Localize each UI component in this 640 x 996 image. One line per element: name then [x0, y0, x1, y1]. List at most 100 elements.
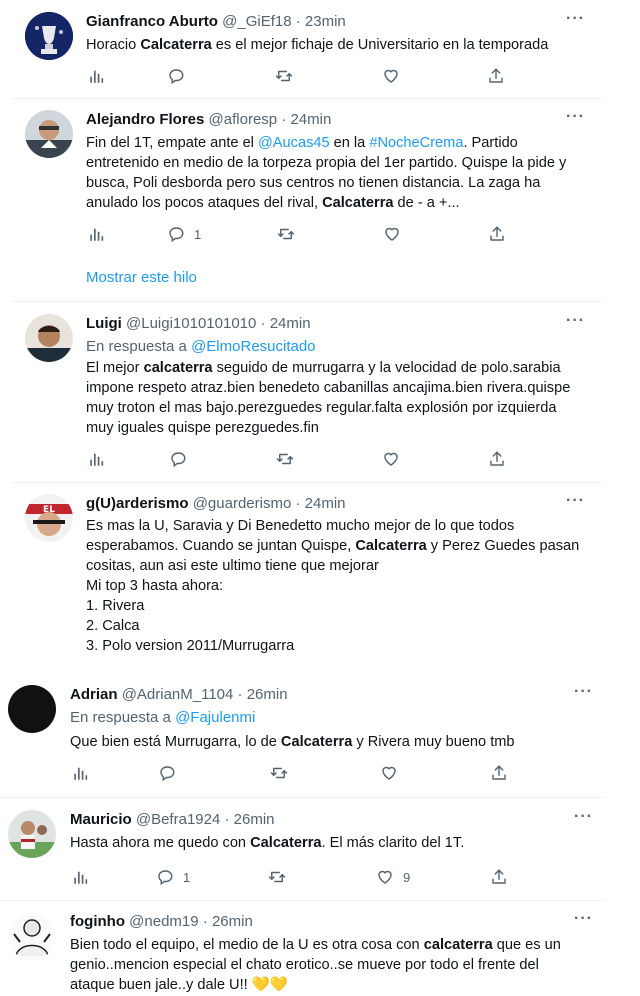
reply-mention-link[interactable]: @Fajulenmi: [175, 709, 255, 726]
text-segment: Hasta ahora me quedo con: [70, 835, 251, 851]
like-button[interactable]: [380, 764, 398, 782]
highlighted-keyword: calcaterra: [423, 937, 493, 953]
share-button[interactable]: [488, 225, 506, 243]
share-button[interactable]: [488, 450, 506, 468]
display-name[interactable]: Gianfranco Aburto: [86, 13, 218, 30]
tweet-text-line: entretenido en medio de la torpeza propi…: [86, 153, 566, 173]
avatar[interactable]: [25, 12, 73, 60]
avatar[interactable]: [8, 685, 56, 733]
reply-button[interactable]: [167, 67, 185, 85]
more-icon[interactable]: ···: [566, 10, 585, 28]
timestamp[interactable]: 26min: [234, 811, 275, 828]
user-handle[interactable]: @afloresp: [209, 111, 278, 128]
hashtag-link[interactable]: #NocheCrema: [369, 135, 463, 151]
more-icon[interactable]: ···: [566, 108, 585, 126]
share-button[interactable]: [490, 868, 508, 886]
timestamp[interactable]: 24min: [290, 111, 331, 128]
retweet-button[interactable]: [276, 450, 294, 468]
tweet-text-line: Mi top 3 hasta ahora:: [86, 576, 579, 596]
display-name[interactable]: Mauricio: [70, 811, 132, 828]
tweet-text-line: El mejor calcaterra seguido de murrugarr…: [86, 358, 570, 378]
divider: [12, 482, 602, 483]
like-button[interactable]: [383, 225, 401, 243]
avatar[interactable]: [8, 810, 56, 858]
more-icon[interactable]: ···: [566, 492, 585, 510]
retweet-button[interactable]: [275, 67, 293, 85]
reply-mention-link[interactable]: @ElmoResucitado: [191, 338, 315, 355]
user-handle[interactable]: @Befra1924: [136, 811, 220, 828]
retweet-icon: [270, 764, 288, 782]
display-name[interactable]: Luigi: [86, 315, 122, 332]
tweet-text-line: Que bien está Murrugarra, lo de Calcater…: [70, 732, 515, 752]
tweet-text-line: muy iguales quispe perezguedes.fin: [86, 418, 570, 438]
tweet-header: Adrian @AdrianM_1104 · 26min: [70, 686, 288, 703]
tweet-text: Es mas la U, Saravia y Di Benedetto much…: [86, 516, 579, 656]
retweet-icon: [276, 450, 294, 468]
reply-button[interactable]: [169, 450, 187, 468]
highlighted-keyword: Calcaterra: [355, 538, 427, 554]
mention-link[interactable]: @Aucas45: [258, 135, 330, 151]
avatar[interactable]: [8, 912, 56, 960]
text-segment: seguido de murrugarra y la velocidad de …: [212, 360, 561, 376]
svg-text:EL: EL: [43, 505, 55, 515]
share-button[interactable]: [487, 67, 505, 85]
retweet-button[interactable]: [270, 764, 288, 782]
like-button[interactable]: [382, 450, 400, 468]
timestamp[interactable]: 26min: [212, 913, 253, 930]
more-icon[interactable]: ···: [574, 910, 593, 928]
avatar[interactable]: [25, 314, 73, 362]
avatar[interactable]: [25, 110, 73, 158]
text-segment: 2. Calca: [86, 618, 140, 634]
retweet-icon: [277, 225, 295, 243]
user-handle[interactable]: @_GiEf18: [222, 13, 291, 30]
emoji: 💛💛: [251, 977, 289, 993]
user-handle[interactable]: @AdrianM_1104: [122, 686, 234, 703]
reply-button[interactable]: [158, 764, 176, 782]
text-segment: entretenido en medio de la torpeza propi…: [86, 155, 567, 171]
timestamp[interactable]: 24min: [270, 315, 311, 332]
display-name[interactable]: foginho: [70, 913, 125, 930]
user-handle[interactable]: @guarderismo: [193, 495, 292, 512]
more-icon[interactable]: ···: [574, 683, 593, 701]
like-button[interactable]: 9: [376, 868, 410, 886]
user-handle[interactable]: @Luigi1010101010: [126, 315, 256, 332]
like-button[interactable]: [382, 67, 400, 85]
tweet-header: Alejandro Flores @afloresp · 24min: [86, 111, 332, 128]
tweet-text-line: genio..mencion especial el chato erotico…: [70, 955, 561, 975]
text-segment: en la: [329, 135, 370, 151]
display-name[interactable]: Adrian: [70, 686, 118, 703]
share-button[interactable]: [490, 764, 508, 782]
tweet-text-line: impone respeto atraz.bien benedeto caban…: [86, 378, 570, 398]
reply-count: 1: [183, 869, 191, 885]
more-icon[interactable]: ···: [574, 808, 593, 826]
retweet-icon: [275, 67, 293, 85]
user-handle[interactable]: @nedm19: [129, 913, 198, 930]
reply-button[interactable]: 1: [156, 868, 190, 886]
analytics-button[interactable]: [72, 764, 90, 782]
display-name[interactable]: Alejandro Flores: [86, 111, 204, 128]
retweet-button[interactable]: [268, 868, 286, 886]
more-icon[interactable]: ···: [566, 312, 585, 330]
display-name[interactable]: g(U)arderismo: [86, 495, 189, 512]
analytics-button[interactable]: [72, 868, 90, 886]
retweet-button[interactable]: [277, 225, 295, 243]
tweet-text-line: muy troton el mas bajo.perezguedes regul…: [86, 398, 570, 418]
show-thread-link[interactable]: Mostrar este hilo: [86, 269, 197, 286]
reply-icon: [167, 225, 185, 243]
timestamp[interactable]: 26min: [247, 686, 288, 703]
text-segment: muy troton el mas bajo.perezguedes regul…: [86, 400, 557, 416]
share-icon: [488, 225, 506, 243]
reply-icon: [169, 450, 187, 468]
reply-button[interactable]: 1: [167, 225, 201, 243]
avatar[interactable]: EL: [25, 494, 73, 542]
text-segment: que es un: [492, 937, 561, 953]
timestamp[interactable]: 23min: [305, 13, 346, 30]
timestamp[interactable]: 24min: [305, 495, 346, 512]
analytics-button[interactable]: [88, 67, 106, 85]
analytics-button[interactable]: [88, 450, 106, 468]
divider: [0, 900, 606, 901]
tweet-text-line: Es mas la U, Saravia y Di Benedetto much…: [86, 516, 579, 536]
analytics-button[interactable]: [88, 225, 106, 243]
tweet-header: g(U)arderismo @guarderismo · 24min: [86, 495, 346, 512]
divider: [0, 797, 606, 798]
